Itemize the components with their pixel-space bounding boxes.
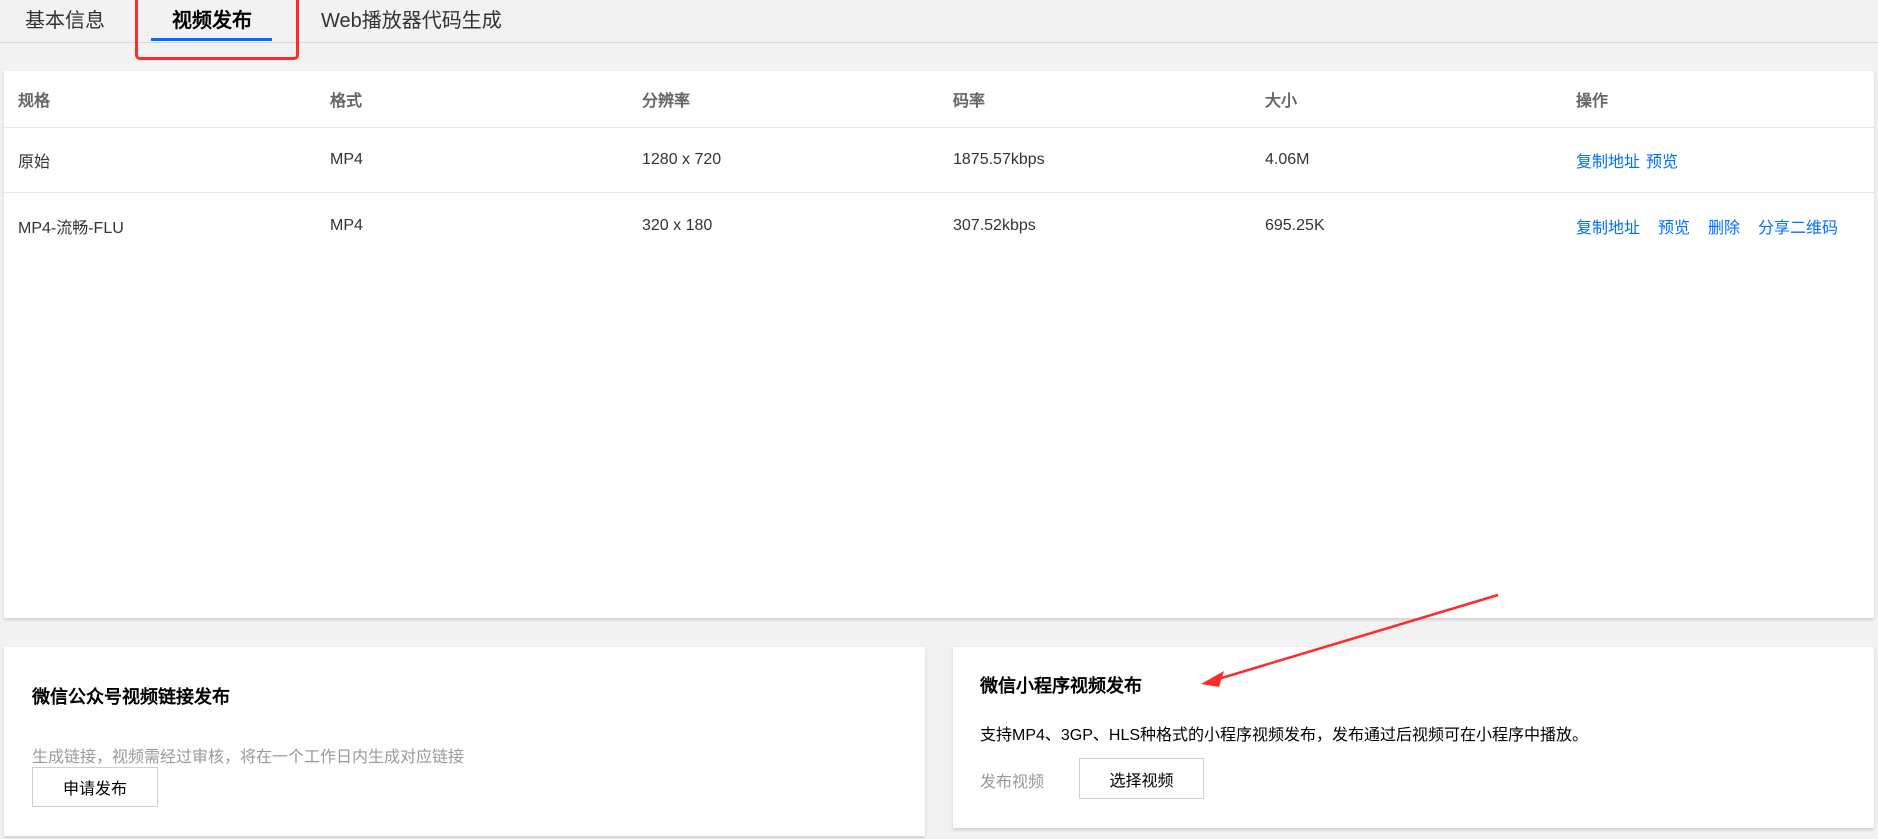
copy-address-link[interactable]: 复制地址 [1576, 214, 1640, 238]
card-title: 微信小程序视频发布 [980, 676, 1142, 696]
header-resolution: 分辨率 [642, 93, 691, 110]
table-header-row: 规格 格式 分辨率 码率 大小 操作 [4, 71, 1874, 128]
cell-spec: 原始 [18, 154, 51, 171]
cell-size: 4.06M [1265, 151, 1310, 168]
annotation-highlight-box [135, 0, 299, 60]
preview-link[interactable]: 预览 [1658, 214, 1690, 238]
cell-actions: 复制地址 预览 [1576, 128, 1678, 192]
copy-address-link[interactable]: 复制地址 [1576, 148, 1640, 172]
video-spec-table: 规格 格式 分辨率 码率 大小 操作 原始 MP4 1280 x 720 187… [4, 71, 1874, 618]
delete-link[interactable]: 删除 [1708, 214, 1740, 238]
cell-spec: MP4-流畅-FLU [18, 219, 124, 237]
tab-web-player-code[interactable]: Web播放器代码生成 [321, 0, 502, 42]
header-spec: 规格 [18, 93, 51, 110]
publish-video-label: 发布视频 [980, 774, 1045, 791]
cell-bitrate: 307.52kbps [953, 216, 1036, 234]
cell-resolution: 1280 x 720 [642, 151, 722, 168]
header-bitrate: 码率 [953, 93, 986, 110]
share-qrcode-link[interactable]: 分享二维码 [1758, 214, 1838, 238]
card-description: 生成链接，视频需经过审核，将在一个工作日内生成对应链接 [32, 749, 465, 766]
header-format: 格式 [330, 93, 363, 110]
apply-publish-button[interactable]: 申请发布 [32, 767, 158, 807]
preview-link[interactable]: 预览 [1646, 148, 1678, 172]
header-actions: 操作 [1576, 93, 1609, 110]
header-size: 大小 [1265, 93, 1298, 110]
table-row: MP4-流畅-FLU MP4 320 x 180 307.52kbps 695.… [4, 193, 1874, 258]
cell-format: MP4 [330, 151, 363, 168]
card-description: 支持MP4、3GP、HLS种格式的小程序视频发布，发布通过后视频可在小程序中播放… [980, 727, 1589, 744]
tab-basic-info[interactable]: 基本信息 [25, 0, 105, 42]
cell-bitrate: 1875.57kbps [953, 151, 1045, 168]
cell-size: 695.25K [1265, 216, 1325, 234]
card-title: 微信公众号视频链接发布 [32, 687, 230, 707]
wechat-miniprogram-publish-card: 微信小程序视频发布 支持MP4、3GP、HLS种格式的小程序视频发布，发布通过后… [953, 647, 1874, 828]
cell-resolution: 320 x 180 [642, 216, 713, 234]
table-row: 原始 MP4 1280 x 720 1875.57kbps 4.06M 复制地址… [4, 128, 1874, 193]
cell-actions: 复制地址 预览 删除 分享二维码 [1576, 193, 1838, 258]
select-video-button[interactable]: 选择视频 [1079, 758, 1204, 799]
wechat-official-publish-card: 微信公众号视频链接发布 生成链接，视频需经过审核，将在一个工作日内生成对应链接 … [4, 647, 925, 836]
cell-format: MP4 [330, 216, 363, 234]
